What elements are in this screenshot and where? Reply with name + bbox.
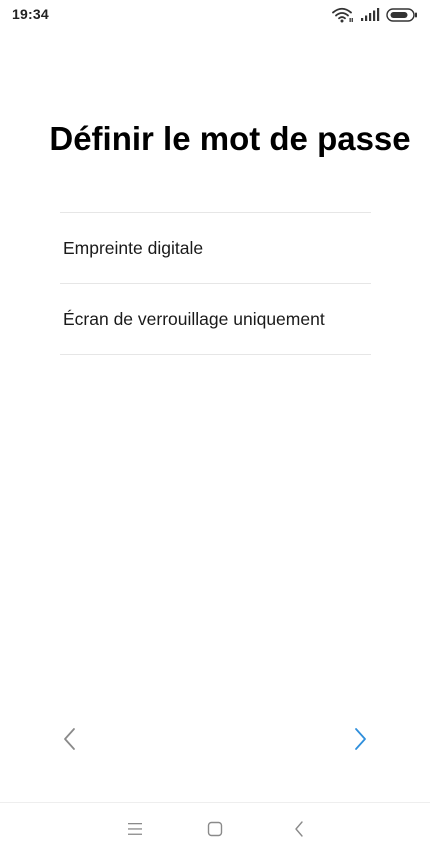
home-icon (206, 820, 224, 843)
chevron-left-icon (62, 727, 78, 756)
chevron-right-icon (352, 727, 368, 756)
options-list: Empreinte digitale Écran de verrouillage… (60, 212, 371, 355)
menu-button[interactable] (123, 819, 147, 843)
status-time: 19:34 (12, 6, 49, 22)
home-button[interactable] (203, 819, 227, 843)
option-label: Empreinte digitale (63, 237, 204, 258)
battery-icon (386, 8, 418, 22)
menu-icon (126, 821, 144, 842)
system-nav-bar (0, 802, 430, 861)
signal-icon (360, 8, 380, 22)
previous-button[interactable] (55, 726, 85, 756)
status-bar: 19:34 (0, 0, 430, 30)
page-title: Définir le mot de passe (49, 120, 411, 157)
option-lock-screen-only[interactable]: Écran de verrouillage uniquement (60, 284, 371, 355)
next-button[interactable] (345, 726, 375, 756)
wifi-icon (332, 7, 354, 23)
option-label: Écran de verrouillage uniquement (63, 308, 325, 329)
back-button[interactable] (287, 819, 311, 843)
status-icons (332, 6, 418, 24)
back-icon (292, 820, 306, 843)
option-fingerprint[interactable]: Empreinte digitale (60, 213, 371, 284)
